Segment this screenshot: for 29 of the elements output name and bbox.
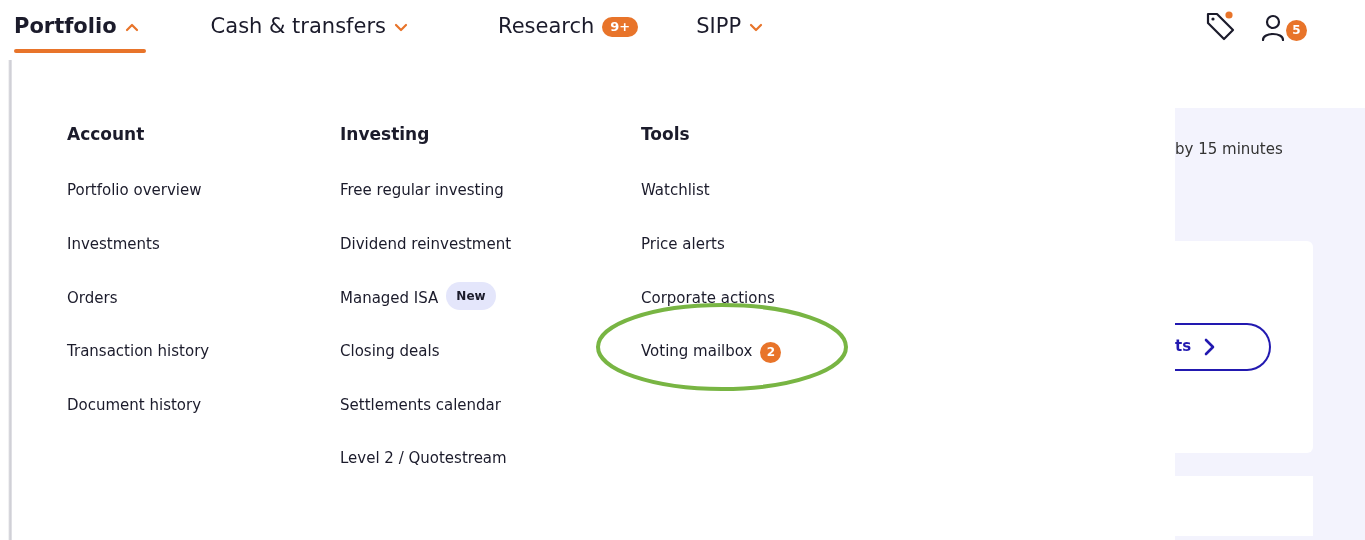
menu-link[interactable]: Transaction history	[67, 342, 210, 361]
menu-link[interactable]: Settlements calendar	[340, 395, 501, 414]
menu-link[interactable]: Watchlist	[641, 181, 710, 200]
menu-link[interactable]: Investments	[67, 235, 160, 253]
menu-link[interactable]: Orders	[67, 288, 118, 307]
count-badge: 2	[760, 342, 782, 364]
menu-link[interactable]: Level 2 / Quotestream	[340, 449, 507, 468]
menu-link[interactable]: Dividend reinvestment	[340, 235, 512, 253]
count-badge: 5	[1286, 19, 1307, 41]
menu-link[interactable]: Portfolio overview	[67, 181, 202, 200]
count-badge: 9+	[602, 16, 639, 38]
menu-heading: Investing	[340, 124, 431, 145]
menu-link[interactable]: Managed ISA	[340, 288, 439, 307]
outline-button[interactable]: ts	[1175, 322, 1271, 371]
notice-text: by 15 minutes	[1175, 139, 1284, 160]
menu-heading: Account	[67, 124, 146, 145]
menu-heading: Tools	[641, 124, 691, 145]
menu-link[interactable]: Closing deals	[340, 342, 440, 361]
nav-tab[interactable]: SIPP	[696, 11, 764, 49]
menu-link[interactable]: Document history	[67, 395, 202, 414]
chevron-icon	[1203, 337, 1217, 356]
menu-link[interactable]: Corporate actions	[641, 288, 775, 307]
new-tag: New	[446, 281, 496, 310]
user-icon	[1260, 13, 1286, 41]
nav-tab[interactable]: Cash & transfers	[210, 11, 408, 49]
menu-link[interactable]: Free regular investing	[340, 181, 504, 200]
menu-link[interactable]: Voting mailbox	[641, 342, 753, 361]
nav-tab[interactable]: Research 9+	[498, 11, 639, 49]
menu-link[interactable]: Price alerts	[641, 235, 725, 253]
